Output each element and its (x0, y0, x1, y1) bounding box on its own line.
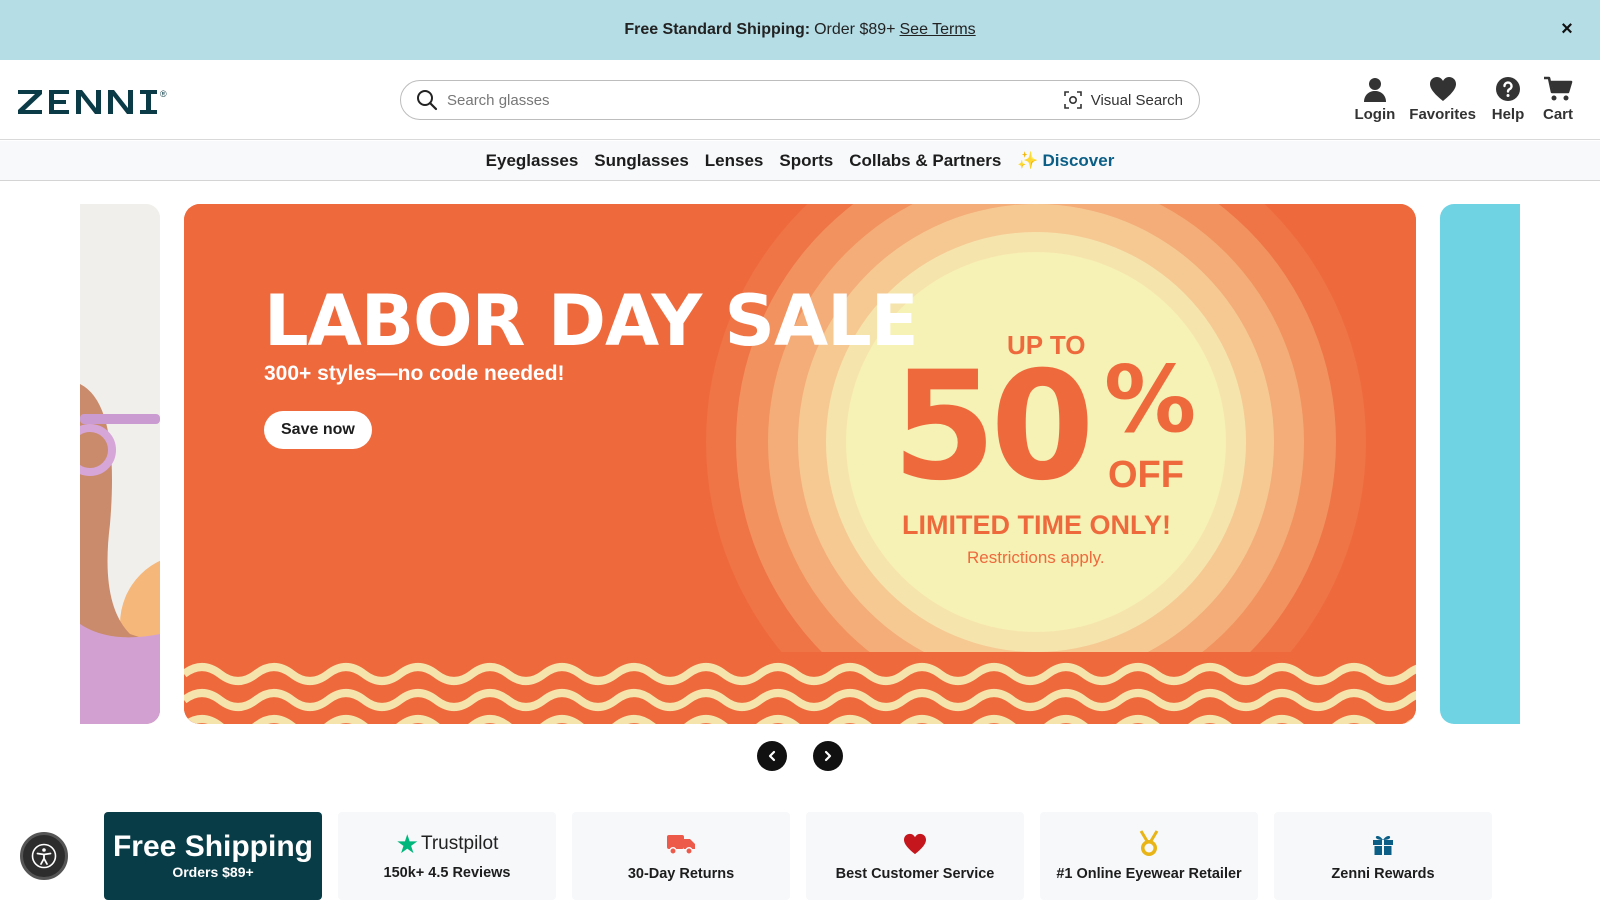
carousel-next-button[interactable] (813, 741, 843, 771)
returns-label: 30-Day Returns (627, 866, 735, 882)
feature-strip: Free Shipping Orders $89+ ★ Trustpilot 1… (104, 812, 1496, 900)
header-actions: Login Favorites Help Cart (1354, 74, 1576, 123)
trustpilot-star-icon: ★ (395, 829, 419, 859)
rewards-card[interactable]: Zenni Rewards (1274, 812, 1492, 900)
next-slide-peek[interactable] (1440, 204, 1520, 724)
search-bar: Visual Search (400, 80, 1200, 120)
returns-card[interactable]: 30-Day Returns (572, 812, 790, 900)
discover-label: Discover (1042, 150, 1115, 170)
nav-item-sunglasses[interactable]: Sunglasses (594, 151, 689, 171)
trustpilot-logo: ★ Trustpilot (396, 831, 499, 857)
favorites-button[interactable]: Favorites (1409, 74, 1476, 123)
promo-text: Order $89+ (814, 21, 896, 38)
trustpilot-brand: Trustpilot (420, 833, 499, 854)
hero-title: LABOR DAY SALE (264, 280, 919, 362)
rewards-label: Zenni Rewards (1331, 866, 1435, 882)
medal-icon (1137, 830, 1161, 858)
visual-search-label: Visual Search (1090, 91, 1183, 109)
cart-icon (1543, 74, 1573, 102)
customer-service-card[interactable]: Best Customer Service (806, 812, 1024, 900)
previous-slide-image (80, 204, 160, 724)
login-button[interactable]: Login (1354, 74, 1395, 123)
visual-search-button[interactable]: Visual Search (1063, 90, 1183, 110)
accessibility-button[interactable] (20, 832, 68, 880)
previous-slide-peek[interactable] (80, 204, 160, 724)
carousel-prev-button[interactable] (757, 741, 787, 771)
truck-icon (666, 830, 696, 858)
registered-mark: ® (160, 89, 167, 99)
hero-banner[interactable]: LABOR DAY SALE 300+ styles—no code neede… (184, 204, 1416, 724)
cart-label: Cart (1542, 106, 1573, 123)
nav-item-sports[interactable]: Sports (779, 151, 833, 171)
see-terms-link[interactable]: See Terms (900, 21, 976, 39)
site-header: ® Visual Search Login (0, 60, 1600, 140)
hero-subtitle: 300+ styles—no code needed! (264, 362, 565, 385)
user-icon (1362, 74, 1388, 102)
gift-icon (1371, 830, 1395, 858)
restrictions-text: Restrictions apply. (967, 548, 1105, 567)
heart-icon (1429, 74, 1457, 102)
chevron-left-icon (768, 750, 776, 762)
free-shipping-card[interactable]: Free Shipping Orders $89+ (104, 812, 322, 900)
discount-amount: 50 (892, 340, 1095, 514)
nav-item-lenses[interactable]: Lenses (705, 151, 764, 171)
cart-button[interactable]: Cart (1540, 74, 1576, 123)
close-icon[interactable]: × (1556, 18, 1578, 40)
save-now-button[interactable]: Save now (264, 411, 372, 449)
zenni-logo-mark: ® (18, 89, 167, 114)
nav-item-discover[interactable]: ✨ Discover (1017, 151, 1114, 171)
percent-sign: % (1104, 346, 1197, 453)
heart-icon (903, 830, 927, 858)
zenni-logo[interactable]: ® (16, 86, 170, 116)
promo-bold-text: Free Standard Shipping: (624, 21, 811, 38)
nav-item-eyeglasses[interactable]: Eyeglasses (486, 151, 579, 171)
free-shipping-title: Free Shipping (112, 830, 313, 863)
chevron-right-icon (824, 750, 832, 762)
nav-item-collabs[interactable]: Collabs & Partners (849, 151, 1001, 171)
help-button[interactable]: Help (1490, 74, 1526, 123)
help-label: Help (1491, 106, 1525, 123)
retailer-card[interactable]: #1 Online Eyewear Retailer (1040, 812, 1258, 900)
off-text: OFF (1108, 454, 1184, 496)
accessibility-icon (31, 843, 57, 869)
reviews-label: 150k+ 4.5 Reviews (383, 865, 511, 881)
login-label: Login (1354, 106, 1396, 123)
limited-time-text: LIMITED TIME ONLY! (902, 510, 1171, 540)
camera-scan-icon (1063, 91, 1082, 109)
sparkle-icon: ✨ (1017, 150, 1039, 170)
search-icon[interactable] (415, 88, 439, 112)
main-nav: Eyeglasses Sunglasses Lenses Sports Coll… (0, 141, 1600, 181)
promo-bar: Free Standard Shipping: Order $89+ See T… (0, 0, 1600, 60)
trustpilot-card[interactable]: ★ Trustpilot 150k+ 4.5 Reviews (338, 812, 556, 900)
favorites-label: Favorites (1409, 106, 1476, 123)
search-input[interactable] (447, 82, 1063, 118)
help-icon (1495, 74, 1521, 102)
customer-service-label: Best Customer Service (835, 866, 995, 882)
free-shipping-subtitle: Orders $89+ (172, 864, 254, 880)
retailer-label: #1 Online Eyewear Retailer (1056, 866, 1242, 882)
